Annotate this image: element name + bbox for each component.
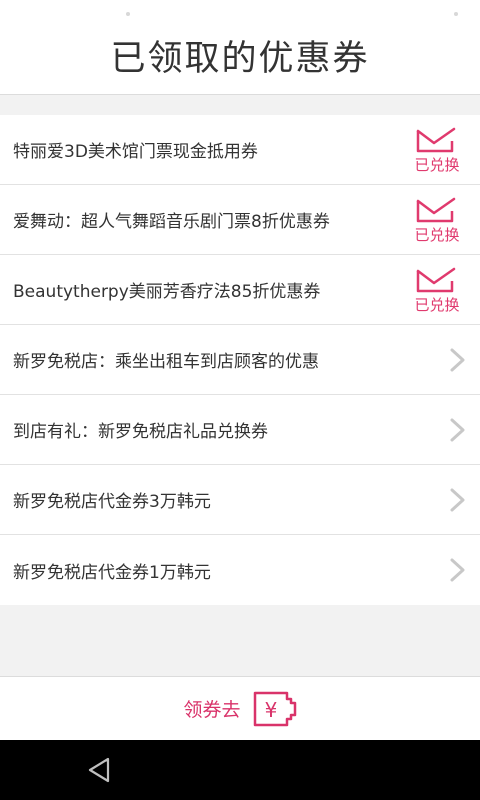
coupon-row[interactable]: Beautytherpy美丽芳香疗法85折优惠券 已兑换 xyxy=(0,255,480,325)
back-triangle-icon[interactable] xyxy=(86,756,114,784)
chevron-right-icon[interactable] xyxy=(449,557,467,583)
redeemed-badge: 已兑换 xyxy=(410,127,464,175)
status-indicator-dot xyxy=(454,12,458,16)
get-coupon-label: 领券去 xyxy=(183,699,241,721)
redeemed-label: 已兑换 xyxy=(414,296,460,314)
coupon-name: 爱舞动：超人气舞蹈音乐剧门票8折优惠券 xyxy=(13,212,330,232)
envelope-check-icon xyxy=(416,267,456,293)
envelope-check-icon xyxy=(416,197,456,223)
envelope-check-icon xyxy=(416,127,456,153)
chevron-right-icon[interactable] xyxy=(449,347,467,373)
chevron-right-icon[interactable] xyxy=(449,487,467,513)
coupon-row[interactable]: 新罗免税店代金券3万韩元 xyxy=(0,465,480,535)
ticket-icon: ¥ xyxy=(253,691,296,726)
coupon-list: 特丽爱3D美术馆门票现金抵用券 已兑换 爱舞动：超人气舞蹈音乐剧门票8折优惠券 … xyxy=(0,115,480,605)
get-coupon-button[interactable]: 领券去 ¥ xyxy=(0,676,480,740)
ticket-symbol: ¥ xyxy=(264,698,277,722)
redeemed-label: 已兑换 xyxy=(414,226,460,244)
header-bar: 已领取的优惠券 xyxy=(0,0,480,95)
coupon-name: 新罗免税店代金券1万韩元 xyxy=(13,562,211,583)
coupon-row[interactable]: 到店有礼：新罗免税店礼品兑换券 xyxy=(0,395,480,465)
coupon-name: 到店有礼：新罗免税店礼品兑换券 xyxy=(13,422,268,442)
redeemed-badge: 已兑换 xyxy=(410,267,464,315)
page-title: 已领取的优惠券 xyxy=(110,39,370,79)
coupon-row[interactable]: 特丽爱3D美术馆门票现金抵用券 已兑换 xyxy=(0,115,480,185)
coupon-name: 新罗免税店代金券3万韩元 xyxy=(13,492,211,512)
chevron-right-icon[interactable] xyxy=(449,417,467,443)
coupon-name: 新罗免税店：乘坐出租车到店顾客的优惠 xyxy=(13,352,319,372)
redeemed-badge: 已兑换 xyxy=(410,197,464,245)
coupon-name: 特丽爱3D美术馆门票现金抵用券 xyxy=(13,142,258,162)
status-indicator-dot xyxy=(126,12,130,16)
redeemed-label: 已兑换 xyxy=(414,156,460,174)
coupon-row[interactable]: 新罗免税店代金券1万韩元 xyxy=(0,535,480,605)
coupon-name: Beautytherpy美丽芳香疗法85折优惠券 xyxy=(13,282,321,302)
system-nav-bar xyxy=(0,740,480,800)
coupon-row[interactable]: 爱舞动：超人气舞蹈音乐剧门票8折优惠券 已兑换 xyxy=(0,185,480,255)
coupon-row[interactable]: 新罗免税店：乘坐出租车到店顾客的优惠 xyxy=(0,325,480,395)
